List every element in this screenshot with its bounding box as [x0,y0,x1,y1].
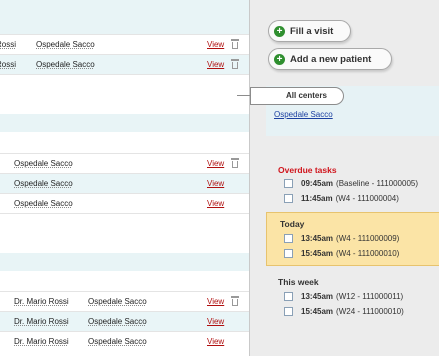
table-row: Ospedale Sacco View [0,153,249,173]
plus-icon: + [274,53,285,65]
table-row: Ospedale Sacco View [0,193,249,213]
side-panel: + Fill a visit + Add a new patient Osped… [250,0,439,356]
empty-area [0,213,249,253]
doctor-cell[interactable]: Dr. Mario Rossi [14,317,69,326]
visits-table-panel: Rossi Ospedale Sacco View Rossi Ospedale… [0,0,250,356]
center-cell[interactable]: Ospedale Sacco [14,199,73,208]
center-cell[interactable]: Ospedale Sacco [14,159,73,168]
task-checkbox[interactable] [284,307,293,316]
plus-icon: + [274,25,285,37]
center-cell[interactable]: Ospedale Sacco [88,317,147,326]
fill-visit-button[interactable]: + Fill a visit [268,20,351,42]
task-time: 11:45am [301,194,333,203]
table-row: Dr. Mario Rossi Ospedale Sacco View [0,291,249,311]
task-checkbox[interactable] [284,249,293,258]
trash-icon[interactable] [231,59,239,69]
add-patient-label: Add a new patient [290,53,372,65]
empty-area [0,132,249,153]
task-time: 13:45am [301,292,334,301]
trash-icon[interactable] [231,39,239,49]
view-link[interactable]: View [207,199,224,208]
today-title: Today [280,219,305,229]
view-link[interactable]: View [207,337,224,346]
task-time: 13:45am [301,234,334,243]
task-time: 15:45am [301,307,334,316]
center-cell[interactable]: Ospedale Sacco [88,297,147,306]
task-detail: (W4 - 111000004) [335,194,399,203]
table-row: Rossi Ospedale Sacco View [0,34,249,54]
task-item[interactable]: 09:45am (Baseline - 111000005) [284,179,418,188]
overdue-title: Overdue tasks [278,165,337,175]
center-cell[interactable]: Ospedale Sacco [36,60,95,69]
center-cell[interactable]: Ospedale Sacco [36,40,95,49]
task-detail: (W4 - 111000009) [336,234,400,243]
view-link[interactable]: View [207,60,224,69]
task-item[interactable]: 15:45am (W24 - 111000010) [284,307,404,316]
table-row: Dr. Mario Rossi Ospedale Sacco View [0,311,249,331]
task-detail: (W12 - 111000011) [336,292,404,301]
table-row: Dr. Mario Rossi Ospedale Sacco View [0,331,249,351]
doctor-cell[interactable]: Dr. Mario Rossi [14,337,69,346]
doctor-cell[interactable]: Rossi [0,40,16,49]
this-week-title: This week [278,277,319,287]
all-centers-tab[interactable]: All centers [250,87,344,105]
table-section-header [0,114,249,132]
task-detail: (W24 - 111000010) [336,307,404,316]
task-item[interactable]: 15:45am (W4 - 111000010) [284,249,399,258]
center-cell[interactable]: Ospedale Sacco [88,337,147,346]
task-time: 15:45am [301,249,334,258]
doctor-cell[interactable]: Dr. Mario Rossi [14,297,69,306]
center-cell[interactable]: Ospedale Sacco [14,179,73,188]
trash-icon[interactable] [231,296,239,306]
task-item[interactable]: 11:45am (W4 - 111000004) [284,194,399,203]
task-time: 09:45am [301,179,334,188]
view-link[interactable]: View [207,317,224,326]
empty-area [0,74,249,114]
table-section-header [0,253,249,271]
doctor-cell[interactable]: Rossi [0,60,16,69]
trash-icon[interactable] [231,158,239,168]
view-link[interactable]: View [207,297,224,306]
center-link[interactable]: Ospedale Sacco [274,110,333,119]
connector-line [237,95,250,96]
add-patient-button[interactable]: + Add a new patient [268,48,392,70]
table-row: Ospedale Sacco View [0,173,249,193]
view-link[interactable]: View [207,179,224,188]
fill-visit-label: Fill a visit [290,25,334,37]
task-item[interactable]: 13:45am (W12 - 111000011) [284,292,403,301]
table-section-header [0,0,249,34]
task-item[interactable]: 13:45am (W4 - 111000009) [284,234,399,243]
task-detail: (W4 - 111000010) [336,249,400,258]
empty-area [0,271,249,291]
view-link[interactable]: View [207,159,224,168]
task-checkbox[interactable] [284,234,293,243]
task-checkbox[interactable] [284,179,293,188]
task-checkbox[interactable] [284,194,293,203]
task-detail: (Baseline - 111000005) [336,179,419,188]
view-link[interactable]: View [207,40,224,49]
task-checkbox[interactable] [284,292,293,301]
table-row: Rossi Ospedale Sacco View [0,54,249,74]
